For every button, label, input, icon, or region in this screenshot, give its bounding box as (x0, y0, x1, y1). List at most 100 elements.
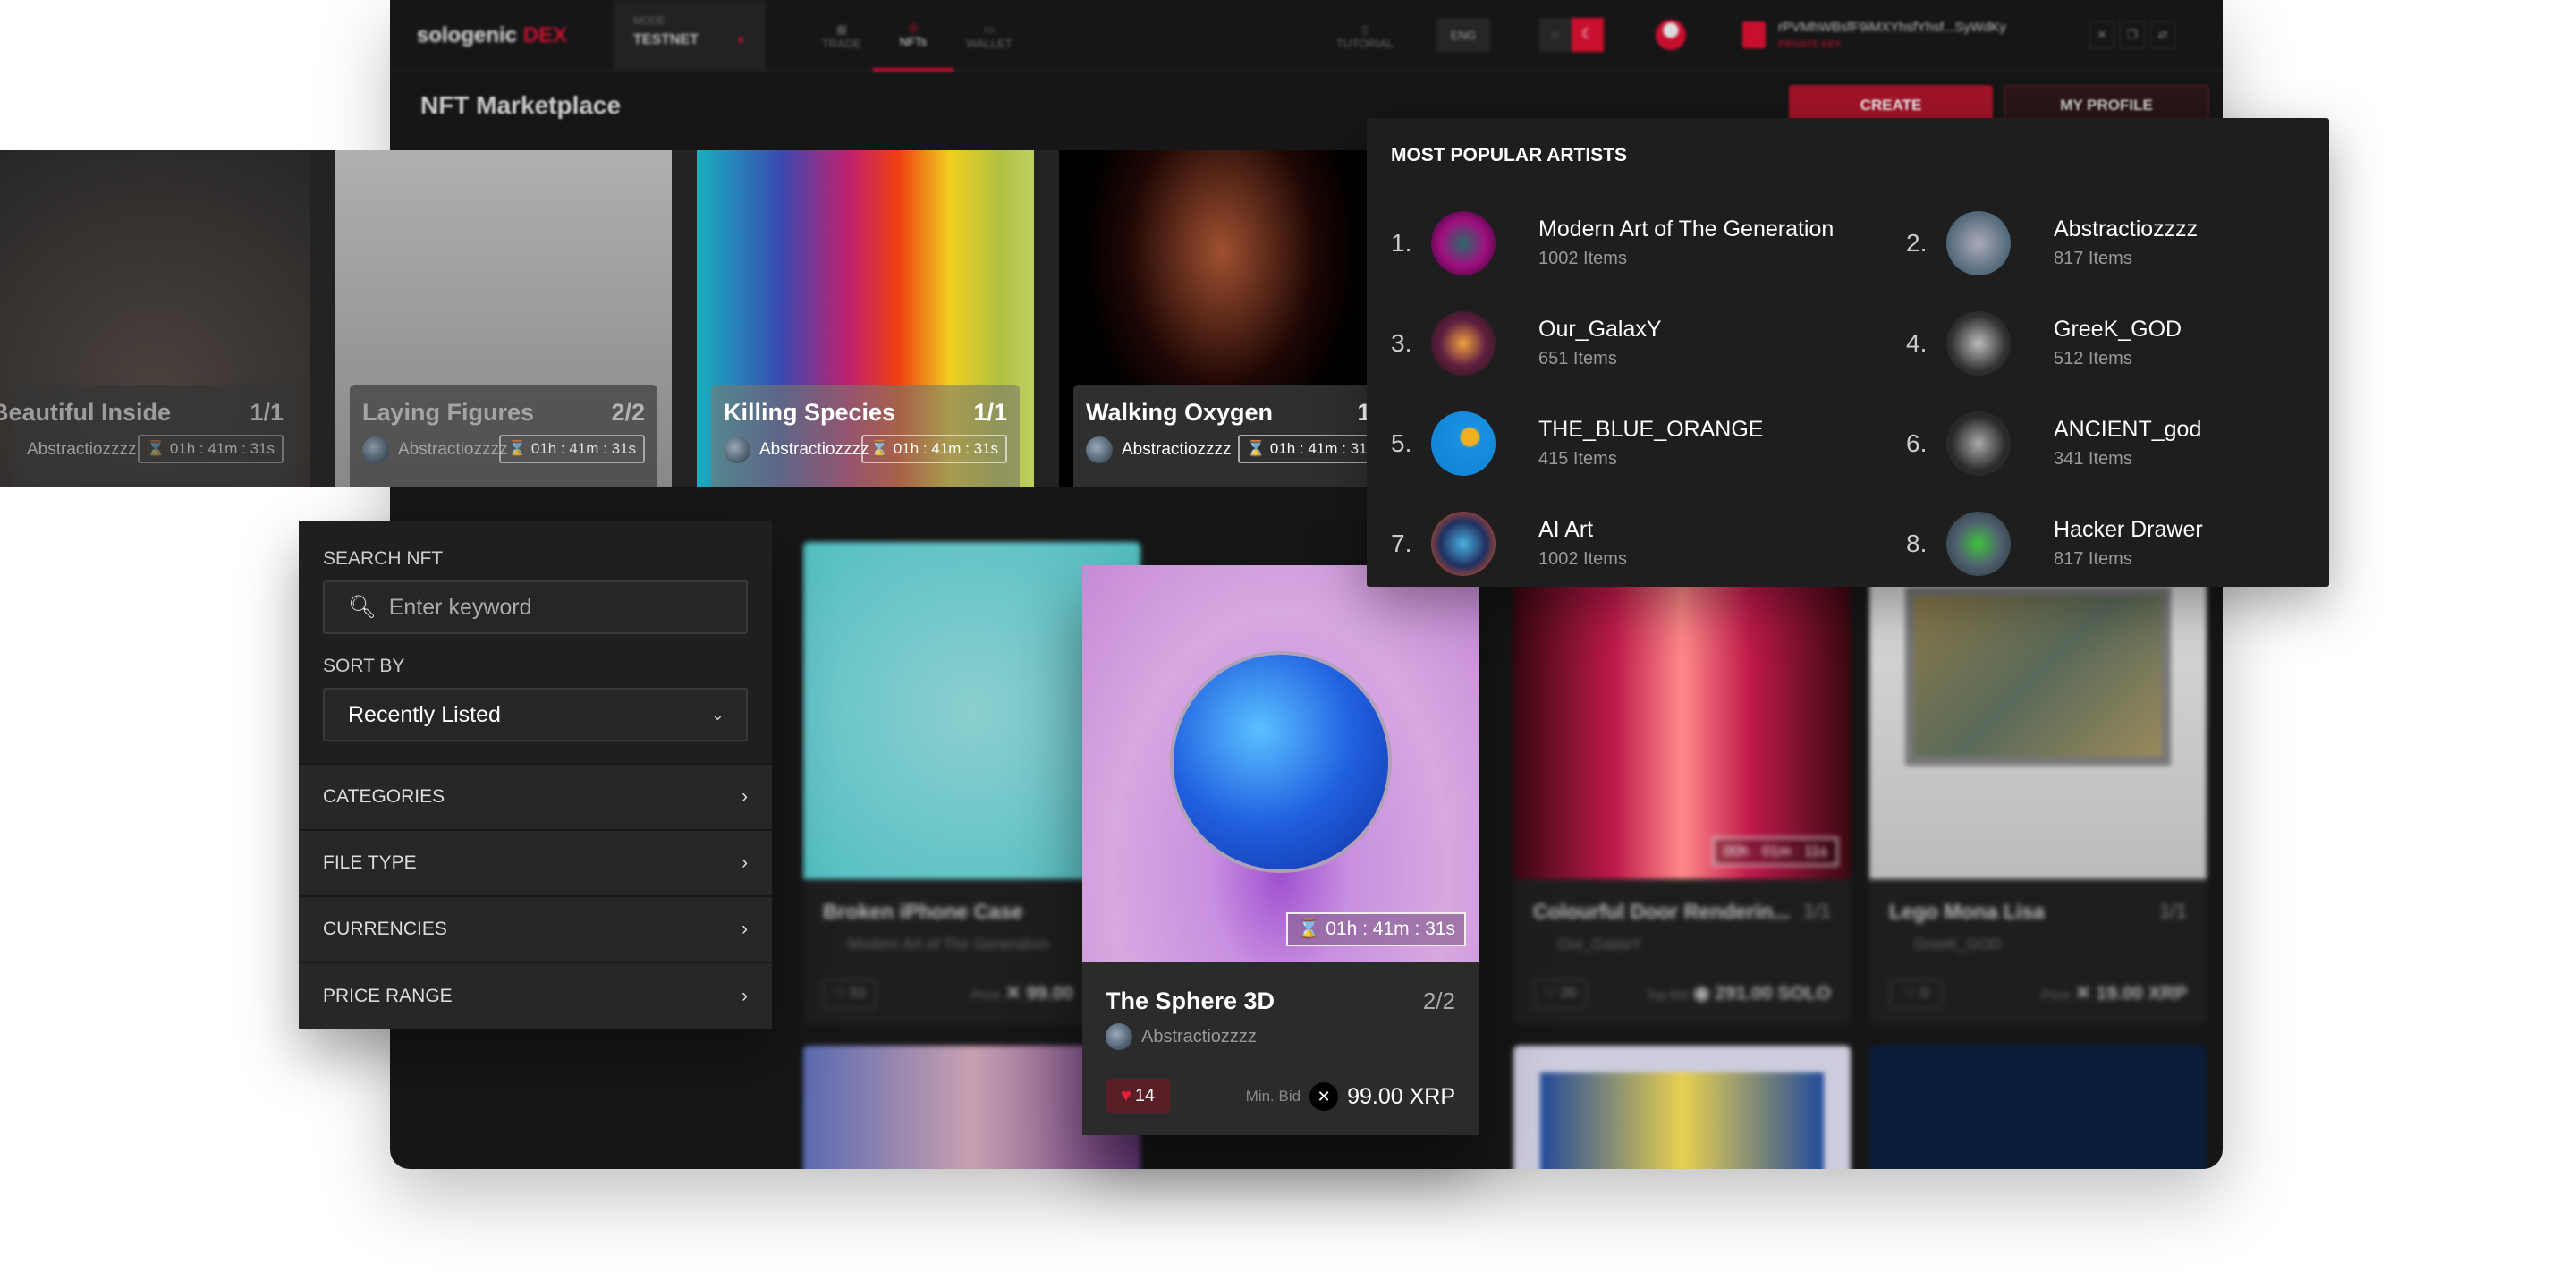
artist-rank: 8. (1906, 530, 1928, 557)
like-button[interactable]: ♡ 0 (1889, 979, 1943, 1009)
price-label: Top Bid (1646, 987, 1689, 1002)
nft-title: Colourful Door Renderin... (1533, 900, 1791, 923)
timer-badge: ⌛ 01h : 41m : 31s (860, 435, 1007, 463)
section-label: FILE TYPE (323, 852, 417, 873)
price: 19.00 XRP (2096, 983, 2187, 1004)
timer-badge: ⌛ 01h : 41m : 31s (137, 435, 284, 463)
artist-avatar (1431, 512, 1496, 576)
sort-value: Recently Listed (348, 701, 501, 727)
carousel-card[interactable]: Killing Species 1/1 Abstractiozzzz ⌛ 01h… (697, 150, 1034, 487)
timer: 01h : 41m : 31s (893, 440, 998, 457)
nft-artist: Modern Art of The Generation (848, 936, 1049, 953)
like-count: 0 (1919, 986, 1928, 1001)
chevron-right-icon: › (741, 786, 748, 807)
section-label: CURRENCIES (323, 919, 447, 939)
artist-name: ANCIENT_god (2054, 417, 2202, 442)
nft-edition: 1/1 (2159, 900, 2187, 922)
artist-item[interactable]: 8. Hacker Drawer 817 Items (1906, 508, 2371, 580)
like-button[interactable]: ♡ 51 (823, 979, 877, 1009)
sort-select[interactable]: Recently Listed ⌄ (323, 688, 748, 741)
artist-avatar (1086, 436, 1113, 463)
timer: 01h : 41m : 31s (169, 440, 275, 457)
artist-item[interactable]: 7. AI Art 1002 Items (1391, 508, 1856, 580)
nft-card[interactable]: 00h : 01m : 11s Colourful Door Renderin.… (1513, 542, 1851, 1025)
price-label: Min. Bid (1245, 1088, 1301, 1105)
filter-file-type[interactable]: FILE TYPE › (299, 829, 772, 895)
featured-nft-card[interactable]: ⌛ 01h : 41m : 31s The Sphere 3D 2/2 Abst… (1082, 565, 1479, 1135)
nft-artist: Abstractiozzzz (759, 440, 869, 459)
artist-rank: 3. (1391, 329, 1412, 357)
like-count: 26 (1560, 986, 1577, 1001)
artist-name: THE_BLUE_ORANGE (1538, 417, 1764, 442)
artist-avatar (1946, 311, 2011, 376)
artist-item[interactable]: 6. ANCIENT_god 341 Items (1906, 408, 2371, 479)
filter-currencies[interactable]: CURRENCIES › (299, 895, 772, 962)
section-label: PRICE RANGE (323, 985, 453, 1006)
artist-rank: 6. (1906, 429, 1928, 457)
timer: 01h : 41m : 31s (530, 440, 636, 457)
nft-edition: 1/1 (250, 399, 284, 426)
artist-rank: 5. (1391, 429, 1412, 457)
search-input[interactable]: 🔍︎ Enter keyword (323, 580, 748, 634)
nft-title: The Sphere 3D (1106, 987, 1275, 1014)
nft-image (1513, 542, 1851, 879)
carousel-card[interactable]: Walking Oxygen 1/1 Abstractiozzzz ⌛ 01h … (1059, 150, 1384, 487)
filter-categories[interactable]: CATEGORIES › (299, 763, 772, 829)
artist-item-count: 817 Items (2054, 249, 2132, 268)
artist-item[interactable]: 1. Modern Art of The Generation 1002 Items (1391, 208, 1856, 279)
search-label: SEARCH NFT (323, 548, 444, 569)
like-count: 14 (1134, 1085, 1156, 1106)
filter-panel: SEARCH NFT 🔍︎ Enter keyword SORT BY Recen… (299, 521, 772, 1029)
price: 291.00 SOLO (1715, 983, 1831, 1004)
like-count: 51 (850, 986, 867, 1001)
artist-item-count: 817 Items (2054, 549, 2132, 569)
artist-rank: 4. (1906, 329, 1928, 357)
nft-title: Broken iPhone Case (823, 900, 1023, 923)
nft-card[interactable] (1869, 1046, 2207, 1169)
timer-badge: ⌛ 01h : 41m : 31s (1286, 912, 1466, 946)
artist-rank: 1. (1391, 229, 1412, 257)
heart-icon: ♥ (1120, 1085, 1131, 1106)
nft-card[interactable]: Lego Mona Lisa 1/1 GreeK_GOD ♡ 0 Price ✕… (1869, 542, 2207, 1025)
search-icon: 🔍︎ (348, 594, 377, 620)
nft-artist: Abstractiozzzz (398, 440, 508, 459)
like-button[interactable]: ♡ 26 (1533, 979, 1587, 1009)
artist-avatar (1946, 411, 2011, 476)
nft-edition: 1/1 (973, 399, 1007, 426)
artist-avatar (1431, 311, 1496, 376)
price-label: Price (2041, 987, 2071, 1002)
sphere-art (1174, 655, 1388, 869)
nft-artist: Abstractiozzzz (1122, 440, 1232, 459)
timer-badge: 00h : 01m : 11s (1713, 837, 1838, 866)
artist-item[interactable]: 5. THE_BLUE_ORANGE 415 Items (1391, 408, 1856, 479)
nft-image (1905, 587, 2171, 766)
artist-rank: 7. (1391, 530, 1412, 557)
nft-title: Beautiful Inside (0, 399, 172, 426)
artist-avatar (1946, 512, 2011, 576)
nft-edition: 2/2 (1422, 987, 1455, 1014)
sort-label: SORT BY (323, 656, 405, 676)
nft-artist[interactable]: Abstractiozzzz (1141, 1027, 1257, 1047)
nft-artist: GreeK_GOD (1914, 936, 2002, 953)
artist-name: AI Art (1538, 517, 1594, 542)
artist-item-count: 415 Items (1538, 449, 1617, 469)
artist-rank: 2. (1906, 229, 1928, 257)
chevron-right-icon: › (741, 852, 748, 873)
artist-item[interactable]: 3. Our_GalaxY 651 Items (1391, 308, 1856, 379)
artist-item[interactable]: 2. Abstractiozzzz 817 Items (1906, 208, 2371, 279)
timer-badge: ⌛ 01h : 41m : 31s (1237, 435, 1384, 463)
artist-item-count: 341 Items (2054, 449, 2132, 469)
search-placeholder: Enter keyword (388, 594, 532, 620)
price-label: Price (971, 987, 1001, 1002)
nft-artist: Abstractiozzzz (27, 440, 137, 459)
artist-item-count: 1002 Items (1538, 549, 1627, 569)
chevron-down-icon: ⌄ (710, 705, 724, 724)
artist-name: Our_GalaxY (1538, 317, 1662, 342)
popular-artists-panel: MOST POPULAR ARTISTS 1. Modern Art of The… (1367, 118, 2329, 587)
like-button[interactable]: ♥ 14 (1106, 1079, 1170, 1113)
artist-avatar (362, 436, 389, 463)
carousel-card[interactable]: Laying Figures 2/2 Abstractiozzzz ⌛ 01h … (335, 150, 672, 487)
filter-price-range[interactable]: PRICE RANGE › (299, 962, 772, 1029)
artist-item[interactable]: 4. GreeK_GOD 512 Items (1906, 308, 2371, 379)
carousel-card[interactable]: Beautiful Inside 1/1 Abstractiozzzz ⌛ 01… (0, 150, 310, 487)
